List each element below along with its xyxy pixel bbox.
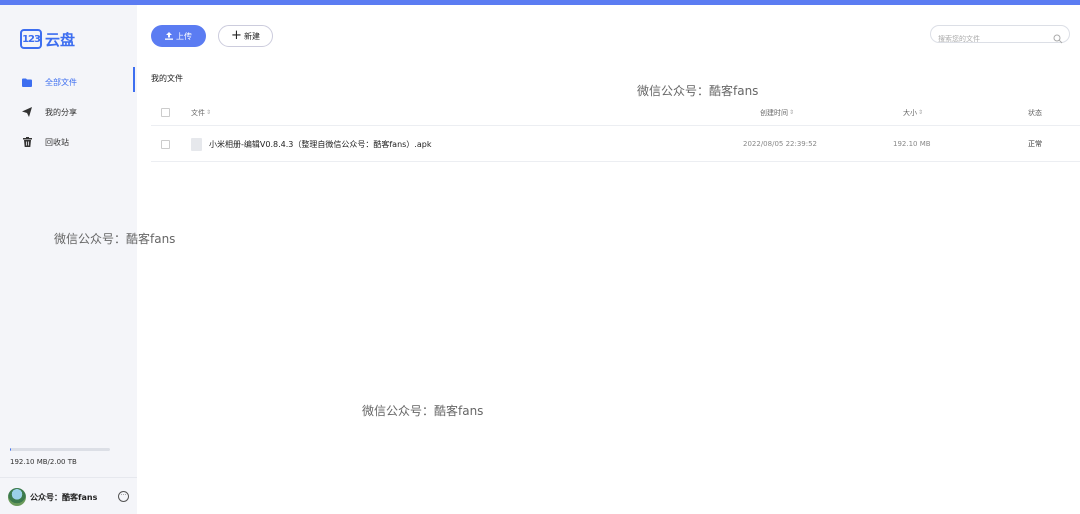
search-input[interactable] [931,31,1041,47]
folder-icon [22,77,32,87]
user-name: 公众号：酷客fans [30,492,98,502]
header-status-label: 状态 [1028,108,1042,117]
header-name-label: 文件 [191,108,205,117]
table-row[interactable]: 小米相册-编辑V0.8.4.3（整理自微信公众号：酷客fans）.apk 202… [151,127,1080,162]
upload-label: 上传 [176,31,192,41]
file-size: 192.10 MB [893,140,931,148]
sidebar-item-my-share[interactable]: 我的分享 [0,97,137,127]
header-date-label: 创建时间 [760,108,788,117]
logo-badge: 123 [20,29,42,49]
share-plane-icon [22,107,32,117]
file-status: 正常 [1028,140,1042,148]
upload-button[interactable]: 上传 [151,25,206,47]
plus-icon: + [231,28,242,43]
sort-icon: ⇕ [918,109,924,116]
sidebar-item-recycle-bin[interactable]: 回收站 [0,127,137,157]
watermark-text: 微信公众号：酷客fans [54,232,176,246]
sidebar: 123 云盘 全部文件 我的分享 回收站 192.10 MB/2.00 TB 公… [0,5,137,514]
more-options-icon[interactable]: ··· [118,491,129,502]
top-accent-bar [0,0,1080,5]
storage-usage: 192.10 MB/2.00 TB [10,448,110,466]
logo[interactable]: 123 云盘 [20,28,75,50]
table-header: 文件 ⇕ 创建时间 ⇕ 大小 ⇕ 状态 [151,100,1080,126]
file-name[interactable]: 小米相册-编辑V0.8.4.3（整理自微信公众号：酷客fans）.apk [209,139,431,150]
new-label: 新建 [243,31,260,41]
storage-progress-fill [10,448,11,451]
sort-icon: ⇕ [206,109,212,116]
sidebar-item-label: 全部文件 [45,77,77,87]
divider [0,477,137,478]
sidebar-item-all-files[interactable]: 全部文件 [0,67,137,97]
row-checkbox[interactable] [161,139,170,149]
header-size[interactable]: 大小 ⇕ [903,100,923,125]
watermark-text: 微信公众号：酷客fans [637,84,759,98]
sidebar-item-label: 回收站 [45,137,69,147]
search-box [930,25,1070,47]
sidebar-nav: 全部文件 我的分享 回收站 [0,67,137,157]
watermark-text: 微信公众号：酷客fans [362,404,484,418]
storage-progress-bar [10,448,110,451]
logo-text: 云盘 [45,30,76,49]
storage-text: 192.10 MB/2.00 TB [10,458,77,466]
avatar[interactable] [8,488,26,506]
sidebar-item-label: 我的分享 [45,107,77,117]
file-name-cell[interactable]: 小米相册-编辑V0.8.4.3（整理自微信公众号：酷客fans）.apk [191,127,431,161]
breadcrumb[interactable]: 我的文件 [151,73,183,84]
user-profile[interactable]: 公众号：酷客fans ··· [8,487,133,507]
header-date[interactable]: 创建时间 ⇕ [760,100,794,125]
search-icon[interactable] [1053,29,1063,48]
upload-icon [165,32,173,40]
select-all-checkbox[interactable] [161,108,170,117]
file-icon [191,137,202,151]
select-all-cell [161,100,170,125]
header-size-label: 大小 [903,108,917,117]
new-button[interactable]: + 新建 [218,25,273,47]
sort-icon: ⇕ [789,109,795,116]
file-date: 2022/08/05 22:39:52 [743,140,818,148]
header-name[interactable]: 文件 ⇕ [191,100,211,125]
row-select-cell [161,127,170,161]
trash-icon [22,137,32,147]
header-status: 状态 [1028,100,1042,125]
